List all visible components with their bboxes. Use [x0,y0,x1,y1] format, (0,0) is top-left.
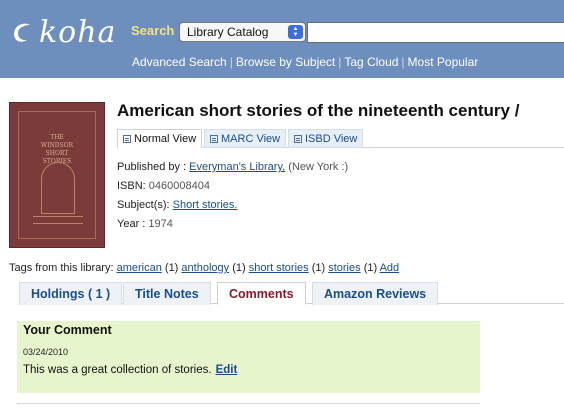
year-label: Year : [117,218,146,230]
edit-comment-link[interactable]: Edit [216,364,238,376]
comment-text: This was a great collection of stories. [23,364,212,376]
tag-link[interactable]: short stories [249,262,309,274]
cover-ornament [41,162,75,214]
select-arrows-icon: ▲ ▼ [288,25,303,39]
record-section-tabs: Holdings ( 1 ) Title Notes Comments Amaz… [19,282,564,305]
tab-marc-view[interactable]: MARC View [204,129,287,148]
publisher-link[interactable]: Everyman's Library, [189,161,285,173]
catalog-select-value: Library Catalog [187,25,269,39]
book-cover-image[interactable]: THE WINDSOR SHORT STORIES [9,102,105,248]
comment-heading: Your Comment [23,323,112,337]
tab-label: Normal View [134,133,197,145]
nav-separator: | [401,55,405,69]
tab-amazon-reviews[interactable]: Amazon Reviews [312,282,439,305]
tag-count: (1) [164,262,179,274]
tab-comments[interactable]: Comments [217,282,306,305]
divider [17,403,480,404]
year-value: 1974 [148,218,173,230]
nav-separator: | [229,55,233,69]
cover-border: THE WINDSOR SHORT STORIES [18,111,96,239]
tab-normal-view[interactable]: Normal View [117,129,203,148]
tag-link[interactable]: american [117,262,162,274]
cover-line: WINDSOR [40,142,74,149]
tag-link[interactable]: anthology [181,262,229,274]
document-icon [210,135,218,143]
document-icon [294,135,302,143]
tab-isbd-view[interactable]: ISBD View [288,129,364,148]
catalog-select[interactable]: Library Catalog ▲ ▼ [179,22,306,42]
subject-link[interactable]: Short stories. [173,199,238,211]
koha-swirl-icon [14,23,30,42]
tag-link[interactable]: stories [328,262,360,274]
year-row: Year : 1974 [117,215,348,234]
published-label: Published by : [117,161,187,173]
subjects-row: Subject(s): Short stories. [117,196,348,215]
record-details: Published by : Everyman's Library, (New … [117,158,348,234]
comment-body: This was a great collection of stories. E… [23,364,237,376]
header-bar: koha Search Library Catalog ▲ ▼ Advanced … [0,0,564,78]
add-tag-link[interactable]: Add [380,262,400,274]
tag-count: (1) [311,262,326,274]
library-tags: Tags from this library: american (1) ant… [9,262,399,274]
cover-ornament-base [33,216,83,224]
tag-cloud-link[interactable]: Tag Cloud [344,55,398,69]
record-title: American short stories of the nineteenth… [117,101,520,120]
tab-holdings[interactable]: Holdings ( 1 ) [19,282,123,305]
most-popular-link[interactable]: Most Popular [408,55,479,69]
koha-logo[interactable]: koha [10,18,116,48]
nav-separator: | [338,55,342,69]
cover-line: THE [50,134,64,141]
your-comment-panel: Your Comment 03/24/2010 This was a great… [17,321,480,393]
tags-intro: Tags from this library: [9,262,114,274]
cover-line: SHORT [45,150,69,157]
publisher-row: Published by : Everyman's Library, (New … [117,158,348,177]
comment-date: 03/24/2010 [23,347,69,357]
tag-count: (1) [232,262,246,274]
search-label: Search [131,23,175,38]
isbn-row: ISBN: 0460008404 [117,177,348,196]
subjects-label: Subject(s): [117,199,170,211]
view-tabs: Normal View MARC View ISBD View [117,129,564,148]
tab-label: MARC View [221,133,281,145]
tag-count: (1) [363,262,378,274]
document-icon [123,135,131,143]
isbn-label: ISBN: [117,180,146,192]
advanced-search-link[interactable]: Advanced Search [132,55,227,69]
logo-text: koha [39,15,117,50]
publication-place: (New York :) [288,161,349,173]
header-subnav: Advanced Search | Browse by Subject | Tag Cl… [132,55,478,69]
tab-title-notes[interactable]: Title Notes [123,282,211,305]
browse-by-subject-link[interactable]: Browse by Subject [236,55,335,69]
tab-label: ISBD View [305,133,358,145]
isbn-value: 0460008404 [148,180,210,192]
search-input[interactable] [307,22,564,43]
